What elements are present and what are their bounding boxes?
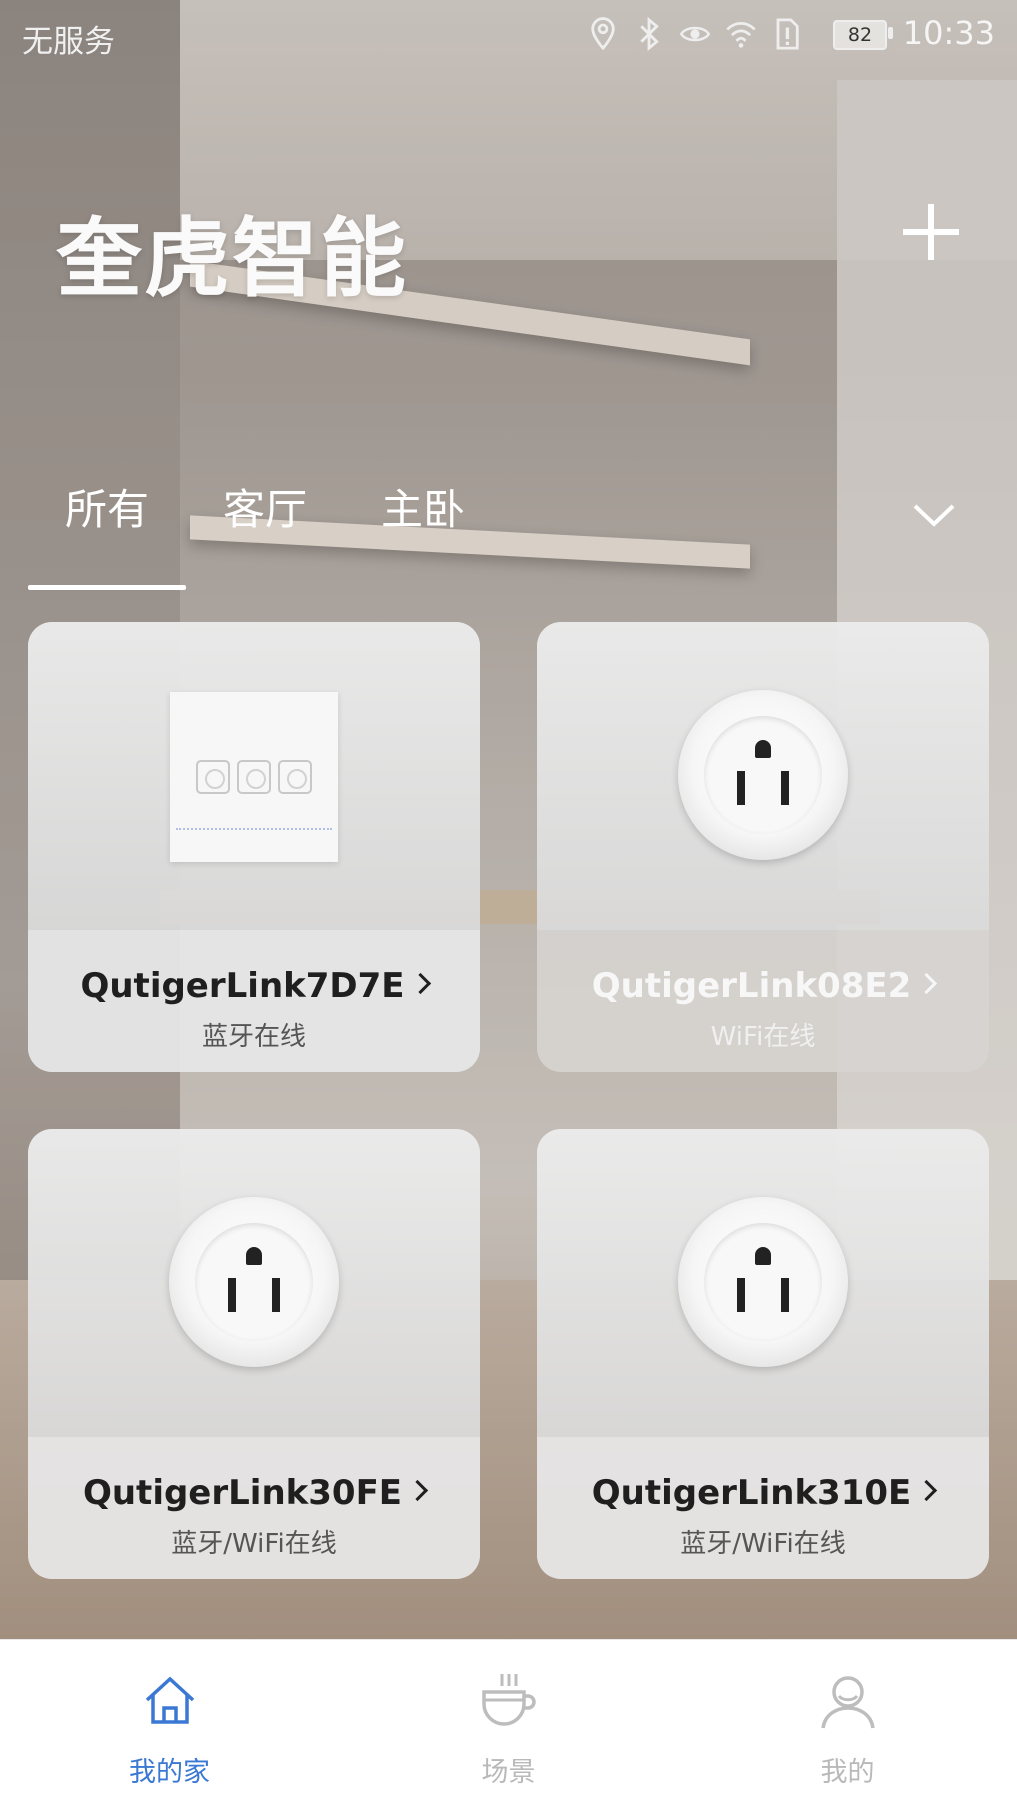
tab-all[interactable]: 所有 <box>28 480 186 590</box>
pin-hole <box>272 1278 280 1312</box>
tab-living-room[interactable]: 客厅 <box>186 480 344 590</box>
device-name-text: QutigerLink7D7E <box>80 966 405 1006</box>
eye-icon <box>679 26 711 42</box>
device-status: 蓝牙在线 <box>201 1022 306 1052</box>
nav-me[interactable]: 我的 <box>678 1640 1017 1808</box>
device-image-area <box>28 622 480 930</box>
app-title: 奎虎智能 <box>56 209 408 309</box>
switch-key-icon <box>237 760 271 794</box>
device-name: QutigerLink7D7E <box>28 966 480 1006</box>
rooms-dropdown-button[interactable] <box>909 496 959 536</box>
pin-hole <box>228 1278 236 1312</box>
alert-sim-icon <box>776 18 799 50</box>
carrier-label: 无服务 <box>22 24 115 60</box>
chevron-down-icon <box>913 504 955 527</box>
ground-hole <box>755 1247 771 1265</box>
ground-hole <box>755 740 771 758</box>
ground-hole <box>246 1247 262 1265</box>
device-status: 蓝牙/WiFi在线 <box>171 1529 337 1559</box>
tab-master-bedroom[interactable]: 主卧 <box>344 480 502 590</box>
home-screen: 无服务 82 10:33 奎虎智能 所有 客厅 主卧 QutigerLink7D… <box>0 0 1017 1808</box>
device-image-area <box>537 622 989 930</box>
pin-hole <box>781 771 789 805</box>
bluetooth-icon <box>640 16 659 52</box>
nav-scenes[interactable]: 场景 <box>339 1640 678 1808</box>
switch-panel-image <box>170 692 338 862</box>
device-image-area <box>537 1129 989 1437</box>
device-name-text: QutigerLink310E <box>591 1473 912 1513</box>
pin-hole <box>781 1278 789 1312</box>
nav-my-home[interactable]: 我的家 <box>0 1640 339 1808</box>
nav-label: 我的家 <box>129 1757 210 1788</box>
nav-label: 场景 <box>481 1757 536 1788</box>
smart-plug-image <box>169 1197 339 1367</box>
status-icons <box>587 16 803 52</box>
chevron-right-icon <box>916 1479 938 1502</box>
user-icon <box>817 1670 879 1732</box>
socket-face <box>195 1223 313 1341</box>
battery-indicator: 82 <box>833 20 887 50</box>
add-device-button[interactable] <box>899 200 963 264</box>
device-card[interactable]: QutigerLink30FE 蓝牙/WiFi在线 <box>28 1129 480 1579</box>
room-tabs: 所有 客厅 主卧 <box>28 480 502 590</box>
clock: 10:33 <box>902 14 995 52</box>
wifi-icon <box>726 22 756 48</box>
device-card[interactable]: QutigerLink7D7E 蓝牙在线 <box>28 622 480 1072</box>
battery-tip <box>888 27 893 39</box>
device-name: QutigerLink310E <box>537 1473 989 1513</box>
smart-plug-image <box>678 1197 848 1367</box>
panel-decoration <box>176 828 332 856</box>
chevron-right-icon <box>409 972 431 995</box>
device-name: QutigerLink30FE <box>28 1473 480 1513</box>
socket-face <box>704 1223 822 1341</box>
coffee-cup-icon <box>478 1670 540 1732</box>
pin-hole <box>737 1278 745 1312</box>
switch-key-icon <box>278 760 312 794</box>
location-icon <box>591 17 615 51</box>
device-image-area <box>28 1129 480 1437</box>
device-card[interactable]: QutigerLink310E 蓝牙/WiFi在线 <box>537 1129 989 1579</box>
device-status: 蓝牙/WiFi在线 <box>680 1529 846 1559</box>
device-card[interactable]: QutigerLink08E2 WiFi在线 <box>537 622 989 1072</box>
nav-label: 我的 <box>820 1757 875 1788</box>
switch-key-icon <box>196 760 230 794</box>
bottom-navigation: 我的家 场景 我的 <box>0 1639 1017 1808</box>
device-status: WiFi在线 <box>710 1022 816 1052</box>
device-name-text: QutigerLink30FE <box>82 1473 403 1513</box>
device-name-text: QutigerLink08E2 <box>591 966 912 1006</box>
socket-face <box>704 716 822 834</box>
smart-plug-image <box>678 690 848 860</box>
pin-hole <box>737 771 745 805</box>
chevron-right-icon <box>916 972 938 995</box>
home-icon <box>139 1670 201 1732</box>
chevron-right-icon <box>406 1479 429 1502</box>
device-name: QutigerLink08E2 <box>537 966 989 1006</box>
status-bar: 无服务 82 10:33 <box>0 0 1017 70</box>
